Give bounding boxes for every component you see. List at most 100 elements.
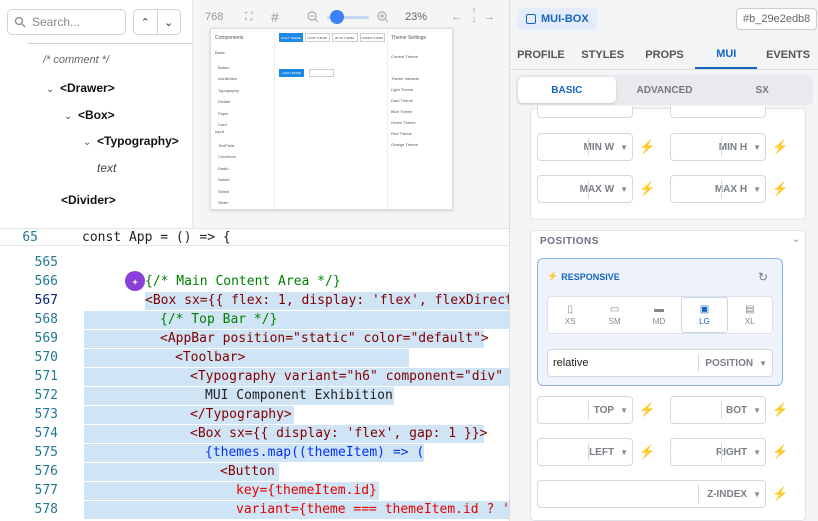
code-line: key={themeItem.id}: [236, 483, 377, 498]
preview-action-button: LIGHT MODE: [279, 69, 304, 77]
zoom-slider-thumb[interactable]: [330, 10, 344, 24]
bolt-icon[interactable]: ⚡: [772, 444, 788, 460]
tree-item-text[interactable]: text: [97, 161, 116, 175]
selection: [84, 311, 509, 329]
bolt-icon[interactable]: ⚡: [639, 139, 655, 155]
bolt-icon: ⚡: [547, 271, 559, 281]
tree-item-drawer[interactable]: ⌄ <Drawer>: [46, 81, 115, 95]
tv-icon: ▤: [745, 304, 755, 315]
chevron-up-icon[interactable]: ⌃: [134, 10, 158, 34]
top-field[interactable]: TOP ▼: [537, 396, 633, 424]
zoom-out-icon[interactable]: [307, 6, 323, 28]
component-tree-panel: Search... ⌃ ⌄ /* comment */ ⌄ <Drawer> ⌄ <…: [0, 0, 193, 228]
preview-basic-list: Button IconButton Typography Divider Paper Ca…: [218, 65, 239, 128]
dropdown-arrow-icon: ▼: [759, 358, 767, 368]
move-vertical-icon[interactable]: ↑ ↓: [469, 6, 479, 28]
max-w-field[interactable]: MAX W ▼: [537, 175, 633, 203]
subtab-advanced[interactable]: ADVANCED: [616, 77, 714, 103]
component-badge: MUI-BOX: [518, 8, 597, 30]
max-h-field[interactable]: MAX H ▼: [670, 175, 766, 203]
chevron-down-icon[interactable]: ⌄: [792, 234, 800, 245]
line-number: 571: [34, 369, 58, 384]
line-number: 578: [34, 502, 58, 517]
line-number: 568: [34, 312, 58, 327]
arrow-right-icon[interactable]: →: [484, 6, 498, 28]
arrow-left-icon[interactable]: ←: [451, 6, 465, 28]
preview-theme-list: Current Theme Theme Variants Light Theme D…: [391, 54, 419, 147]
code-line: <AppBar position="static" color="default…: [160, 331, 489, 346]
tablet-icon: ▭: [609, 304, 620, 315]
breakpoint-lg[interactable]: ▣ LG: [681, 297, 728, 333]
line-number: 570: [34, 350, 58, 365]
tree-search-input[interactable]: Search...: [7, 9, 126, 35]
zoom-in-icon[interactable]: [377, 6, 393, 28]
id-badge[interactable]: #b_29e2edb8: [736, 8, 818, 30]
bolt-icon[interactable]: ⚡: [639, 444, 655, 460]
tree-item-box[interactable]: ⌄ <Box>: [64, 108, 115, 122]
tree-item-typography[interactable]: ⌄ <Typography>: [83, 134, 179, 148]
search-icon: [14, 16, 26, 28]
breakpoint-md[interactable]: ▬ MD: [637, 297, 681, 333]
bolt-icon[interactable]: ⚡: [772, 402, 788, 418]
tab-props[interactable]: PROPS: [634, 40, 696, 69]
line-number: 574: [34, 426, 58, 441]
z-index-field[interactable]: Z-INDEX ▼: [537, 480, 766, 508]
reset-icon[interactable]: ↻: [758, 270, 768, 284]
subtab-sx[interactable]: SX: [713, 77, 811, 103]
desktop-icon: ▣: [699, 304, 710, 315]
line-number: 575: [34, 445, 58, 460]
fullscreen-icon[interactable]: ⛶: [245, 6, 261, 28]
tree-item-comment[interactable]: /* comment */: [43, 54, 109, 66]
preview-section-input: Input: [215, 129, 224, 134]
position-label: POSITION: [705, 357, 754, 369]
tab-profile[interactable]: PROFILE: [510, 40, 572, 69]
breakpoint-xs[interactable]: ▯ XS: [548, 297, 592, 333]
tab-events[interactable]: EVENTS: [757, 40, 818, 69]
width-field[interactable]: 768: [193, 6, 233, 28]
code-line: <Typography variant="h6" component="div"…: [190, 369, 509, 384]
breakpoint-sm[interactable]: ▭ SM: [592, 297, 636, 333]
bolt-icon[interactable]: ⚡: [772, 139, 788, 155]
preview-theme-title: Theme Settings: [391, 35, 427, 41]
code-line: </Typography>: [190, 407, 292, 422]
preview-frame[interactable]: Components Basic Button IconButton Typogra…: [210, 28, 453, 210]
breakpoint-xl[interactable]: ▤ XL: [728, 297, 772, 333]
ai-sparkle-icon[interactable]: ✦: [125, 271, 145, 291]
partial-field[interactable]: [670, 106, 766, 118]
chevron-down-icon[interactable]: ⌄: [158, 10, 181, 34]
preview-section-basic: Basic: [215, 50, 225, 55]
preview-sidebar: Components Basic Button IconButton Typogra…: [211, 29, 275, 209]
min-h-field[interactable]: MIN H ▼: [670, 133, 766, 161]
bolt-icon[interactable]: ⚡: [639, 402, 655, 418]
chevron-down-icon[interactable]: ⌄: [64, 111, 78, 122]
preview-secondary-button: [309, 69, 334, 77]
line-number: 566: [34, 274, 58, 289]
line-number: 577: [34, 483, 58, 498]
left-field[interactable]: LEFT ▼: [537, 438, 633, 466]
code-line: {themes.map((themeItem) => (: [205, 445, 425, 460]
bolt-icon[interactable]: ⚡: [639, 181, 655, 197]
chevron-down-icon[interactable]: ⌄: [46, 84, 60, 95]
tree-divider: [28, 43, 192, 44]
position-select[interactable]: relative POSITION ▼: [547, 349, 773, 377]
partial-field[interactable]: [537, 106, 633, 118]
laptop-icon: ▬: [654, 304, 665, 315]
code-editor[interactable]: 65 const App = () => { 565 566 567 568 5…: [0, 228, 509, 521]
code-line: <Toolbar>: [175, 350, 246, 365]
bolt-icon[interactable]: ⚡: [772, 181, 788, 197]
tree-item-divider[interactable]: <Divider>: [61, 193, 116, 207]
tab-mui[interactable]: MUI: [695, 40, 758, 69]
search-placeholder: Search...: [32, 15, 81, 29]
chevron-down-icon[interactable]: ⌄: [83, 137, 97, 148]
code-line: MUI Component Exhibition: [205, 388, 393, 403]
bottom-field[interactable]: BOT ▼: [670, 396, 766, 424]
bolt-icon[interactable]: ⚡: [772, 486, 788, 502]
subtab-basic[interactable]: BASIC: [518, 77, 616, 103]
phone-icon: ▯: [567, 304, 573, 315]
preview-sidebar-title: Components: [215, 35, 244, 41]
size-card: [530, 108, 806, 220]
grid-icon[interactable]: #: [271, 6, 287, 28]
min-w-field[interactable]: MIN W ▼: [537, 133, 633, 161]
tab-styles[interactable]: STYLES: [572, 40, 634, 69]
right-field[interactable]: RIGHT ▼: [670, 438, 766, 466]
